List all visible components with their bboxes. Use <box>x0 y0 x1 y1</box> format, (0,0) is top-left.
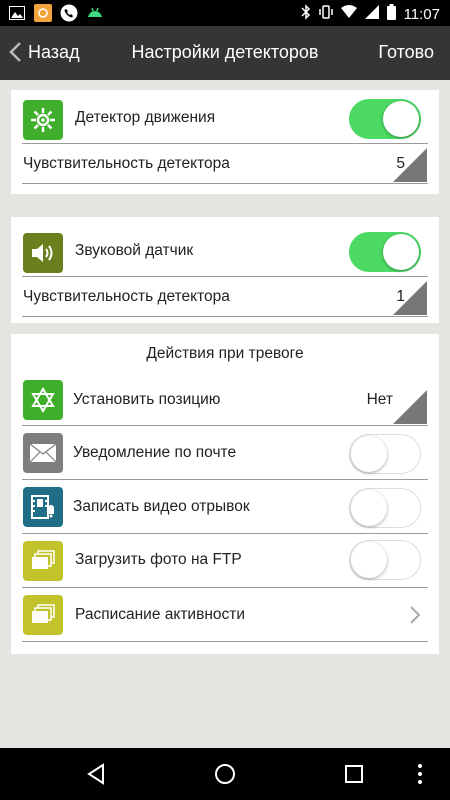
email-notify-label: Уведомление по почте <box>73 444 237 461</box>
dropdown-corner-icon[interactable] <box>393 148 427 182</box>
alarm-actions-card: Действия при тревоге Установить позицию … <box>11 334 439 654</box>
battery-icon <box>386 4 396 24</box>
record-video-toggle[interactable] <box>349 488 421 528</box>
motion-detector-row: Детектор движения <box>11 92 439 144</box>
sound-sensitivity-label: Чувствительность детектора <box>23 288 230 305</box>
divider <box>22 641 428 642</box>
image-icon <box>8 4 26 22</box>
speaker-icon <box>23 233 63 273</box>
sound-sensor-card: Звуковой датчик Чувствительность детекто… <box>11 217 439 323</box>
android-icon <box>86 4 104 22</box>
status-bar: 11:07 <box>0 0 450 26</box>
toggle-knob <box>351 490 387 526</box>
alarm-actions-title: Действия при тревоге <box>146 345 304 362</box>
clock: 11:07 <box>403 5 440 23</box>
motion-detector-label: Детектор движения <box>75 109 216 126</box>
circle-home-icon <box>215 764 235 784</box>
set-position-row[interactable]: Установить позицию Нет <box>11 374 439 426</box>
record-video-row: Записать видео отрывок <box>11 480 439 534</box>
record-video-label: Записать видео отрывок <box>73 498 250 515</box>
toggle-knob <box>383 101 419 137</box>
sound-sensor-row: Звуковой датчик <box>11 225 439 277</box>
nav-recents-button[interactable] <box>342 762 366 786</box>
motion-detector-toggle[interactable] <box>349 99 421 139</box>
toggle-knob <box>351 542 387 578</box>
camera-app-icon <box>34 4 52 22</box>
star-of-david-icon <box>23 380 63 420</box>
toggle-knob <box>351 436 387 472</box>
photos-stack-icon <box>23 595 63 635</box>
dropdown-corner-icon[interactable] <box>393 281 427 315</box>
motion-sensitivity-row[interactable]: Чувствительность детектора 5 <box>11 144 439 184</box>
more-vertical-icon <box>418 764 422 784</box>
motion-detector-card: Детектор движения Чувствительность детек… <box>11 90 439 194</box>
divider <box>22 316 428 317</box>
bluetooth-icon <box>301 4 311 24</box>
square-recents-icon <box>345 765 363 783</box>
done-button[interactable]: Готово <box>378 42 434 63</box>
schedule-label: Расписание активности <box>75 606 246 623</box>
ftp-upload-toggle[interactable] <box>349 540 421 580</box>
sound-sensor-label: Звуковой датчик <box>75 242 194 259</box>
set-position-value: Нет <box>366 391 393 408</box>
email-notify-toggle[interactable] <box>349 434 421 474</box>
ftp-upload-label: Загрузить фото на FTP <box>75 551 242 568</box>
divider <box>22 183 428 184</box>
ftp-upload-row: Загрузить фото на FTP <box>11 534 439 588</box>
phone-icon <box>60 4 78 22</box>
signal-icon <box>364 5 379 23</box>
sound-sensitivity-row[interactable]: Чувствительность детектора 1 <box>11 277 439 317</box>
envelope-icon <box>23 433 63 473</box>
nav-menu-button[interactable] <box>408 762 432 786</box>
set-position-label: Установить позицию <box>73 391 221 408</box>
motion-detector-icon <box>23 100 63 140</box>
toggle-knob <box>383 234 419 270</box>
film-bell-icon <box>23 487 63 527</box>
app-header: Назад Настройки детекторов Готово <box>0 26 450 80</box>
photos-stack-icon <box>23 541 63 581</box>
wifi-icon <box>340 5 357 23</box>
vibrate-icon <box>318 4 333 24</box>
sound-sensor-toggle[interactable] <box>349 232 421 272</box>
dropdown-corner-icon[interactable] <box>393 390 427 424</box>
motion-sensitivity-label: Чувствительность детектора <box>23 155 230 172</box>
triangle-back-icon <box>87 763 104 785</box>
system-nav-bar <box>0 748 450 800</box>
email-notify-row: Уведомление по почте <box>11 426 439 480</box>
nav-home-button[interactable] <box>213 762 237 786</box>
schedule-row[interactable]: Расписание активности <box>11 588 439 642</box>
chevron-right-icon <box>410 606 421 624</box>
nav-back-button[interactable] <box>84 762 108 786</box>
